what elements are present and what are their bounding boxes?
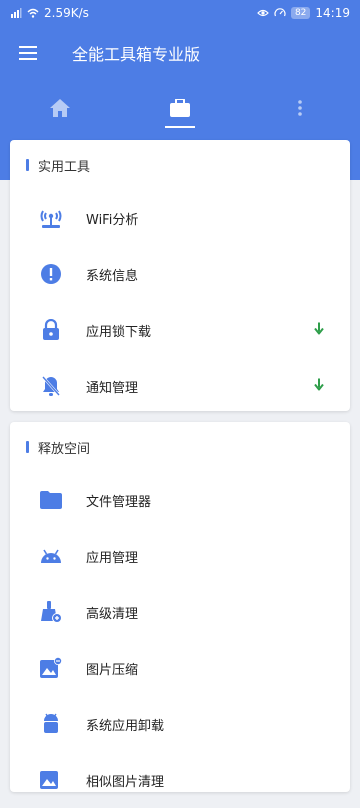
tab-toolbox[interactable] bbox=[120, 80, 240, 136]
tab-selected-indicator bbox=[165, 126, 195, 128]
wifi-status-icon bbox=[27, 8, 39, 18]
item-label: 应用锁下载 bbox=[86, 324, 152, 340]
section-bar bbox=[26, 159, 29, 171]
broom-icon bbox=[38, 599, 64, 625]
item-label: 系统应用卸载 bbox=[86, 718, 165, 734]
wifi-router-icon bbox=[38, 205, 64, 231]
item-label: 系统信息 bbox=[86, 268, 139, 284]
section-title: 释放空间 bbox=[38, 441, 91, 457]
hamburger-icon bbox=[19, 46, 37, 60]
app-bar: 全能工具箱专业版 bbox=[0, 26, 360, 80]
card-header: 实用工具 bbox=[10, 140, 350, 190]
card-utilities: 实用工具 WiFi分析 系统信息 应用锁下载 通知管理 bbox=[10, 140, 350, 411]
clock: 14:19 bbox=[315, 6, 350, 20]
card-free-space: 释放空间 文件管理器 应用管理 高级清理 图片压缩 系统应用卸载 相似图片清理 bbox=[10, 422, 350, 792]
item-label: WiFi分析 bbox=[86, 212, 139, 228]
tab-bar bbox=[0, 80, 360, 136]
toolbox-icon bbox=[170, 99, 190, 117]
item-label: 应用管理 bbox=[86, 550, 139, 566]
item-label: 高级清理 bbox=[86, 606, 139, 622]
tab-home[interactable] bbox=[0, 80, 120, 136]
android-uninstall-icon bbox=[38, 711, 64, 737]
item-label: 文件管理器 bbox=[86, 494, 152, 510]
item-advanced-clean[interactable]: 高级清理 bbox=[10, 584, 350, 640]
status-bar: 2.59K/s 82 14:19 bbox=[0, 0, 360, 26]
item-notification-management[interactable]: 通知管理 bbox=[10, 358, 350, 414]
android-icon bbox=[38, 543, 64, 569]
app-title: 全能工具箱专业版 bbox=[72, 45, 201, 64]
download-arrow-icon bbox=[314, 378, 324, 394]
more-options-button[interactable] bbox=[240, 80, 360, 136]
item-file-manager[interactable]: 文件管理器 bbox=[10, 472, 350, 528]
lock-icon bbox=[38, 317, 64, 343]
item-similar-image-clean[interactable]: 相似图片清理 bbox=[10, 752, 350, 808]
similar-image-icon bbox=[38, 767, 64, 793]
item-image-compress[interactable]: 图片压缩 bbox=[10, 640, 350, 696]
info-alert-icon bbox=[38, 261, 64, 287]
item-app-management[interactable]: 应用管理 bbox=[10, 528, 350, 584]
section-bar bbox=[26, 441, 29, 453]
network-speed: 2.59K/s bbox=[44, 6, 89, 20]
signal-icon bbox=[11, 8, 22, 18]
item-label: 通知管理 bbox=[86, 380, 139, 396]
bell-off-icon bbox=[38, 373, 64, 399]
item-label: 图片压缩 bbox=[86, 662, 139, 678]
folder-icon bbox=[38, 487, 64, 513]
item-wifi-analysis[interactable]: WiFi分析 bbox=[10, 190, 350, 246]
item-system-info[interactable]: 系统信息 bbox=[10, 246, 350, 302]
home-icon bbox=[50, 99, 70, 117]
download-arrow-icon bbox=[314, 322, 324, 338]
more-vertical-icon bbox=[298, 100, 302, 116]
image-compress-icon bbox=[38, 655, 64, 681]
item-system-app-uninstall[interactable]: 系统应用卸载 bbox=[10, 696, 350, 752]
card-header: 释放空间 bbox=[10, 422, 350, 472]
item-label: 相似图片清理 bbox=[86, 774, 165, 790]
speedometer-icon bbox=[274, 8, 286, 17]
section-title: 实用工具 bbox=[38, 159, 91, 175]
eye-icon bbox=[257, 9, 269, 17]
menu-button[interactable] bbox=[0, 26, 56, 80]
battery-level: 82 bbox=[290, 7, 311, 19]
item-app-lock-download[interactable]: 应用锁下载 bbox=[10, 302, 350, 358]
